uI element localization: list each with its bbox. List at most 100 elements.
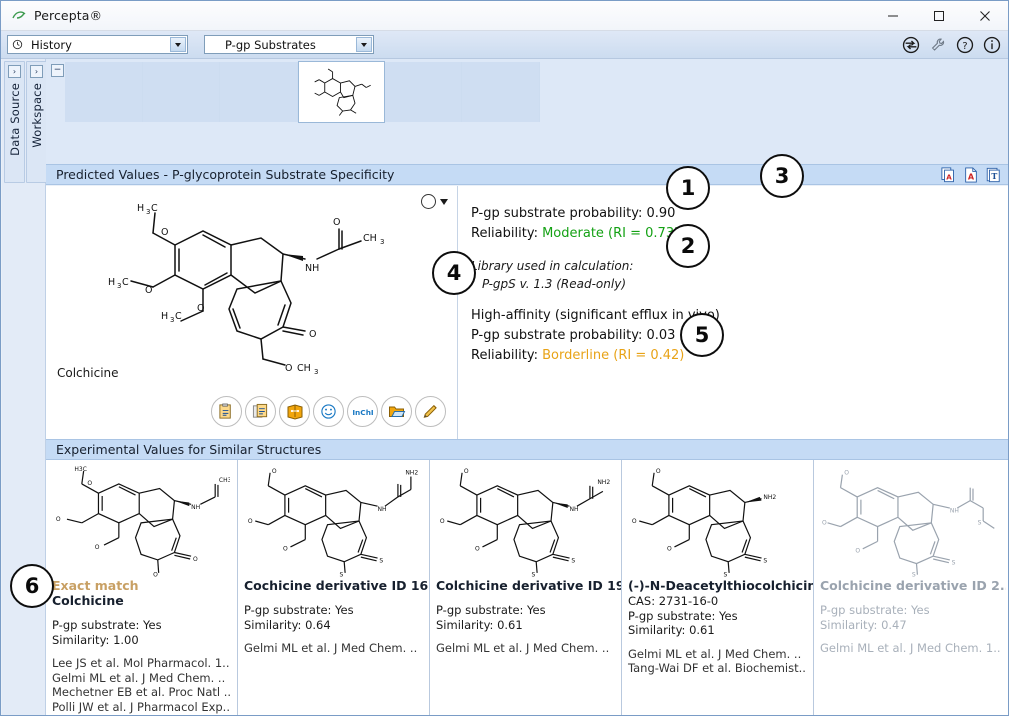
workspace-expand-icon[interactable]: › [30,65,43,78]
compound-cell-empty[interactable] [462,62,540,122]
library-dropdown[interactable]: P-gp Substrates [204,35,374,54]
card-compound-name: (-)-N-Deacetylthiocolchicine [628,578,814,593]
prediction-values-pane: P-gp substrate probability: 0.90 Reliabi… [458,186,1008,439]
history-dropdown-arrow-icon[interactable] [170,37,186,52]
structure-viewer: H3C O H3C O H3C O NH O O CH 3 CH 3 O Colchi… [46,186,458,439]
annotation-marker-4: 4 [432,251,476,295]
sidebar-item-data-source[interactable]: › Data Source [4,61,25,183]
open-file-icon[interactable] [381,396,412,427]
card-structure-diagram: O O O NH2 S S [622,460,813,578]
dictionary-icon[interactable] [279,396,310,427]
probability-value-2: 0.03 [646,328,676,343]
svg-text:O: O [463,468,468,475]
pdf-icon[interactable]: A [963,166,979,183]
history-dropdown[interactable]: History [7,35,188,54]
svg-text:O: O [333,217,340,228]
predicted-values-panel: H3C O H3C O H3C O NH O O CH 3 CH 3 O Colchi… [46,186,1008,439]
maximize-button[interactable] [916,1,962,31]
card-structure-diagram: O O O NH S S NH2 [430,460,621,578]
history-dropdown-label: History [31,37,72,52]
probability-label-2: P-gp substrate probability: [471,328,647,343]
svg-text:S: S [571,558,575,565]
similar-structure-card[interactable]: O O O NH2 S S (-)-N-Deacetylthiocolchicine … [622,460,814,715]
minimize-button[interactable] [870,1,916,31]
predicted-values-title: Predicted Values - P-glycoprotein Substr… [56,167,395,182]
affinity-line: High-affinity (significant efflux in viv… [471,308,720,323]
svg-text:H3C: H3C [74,466,87,473]
probability-line-1: P-gp substrate probability: 0.90 [471,204,1008,224]
annotation-marker-1: 1 [666,166,710,210]
svg-text:O: O [87,480,92,487]
left-tab-strip: › Data Source › Workspace [2,59,47,715]
svg-text:C: C [122,277,129,288]
card-substrate: P-gp substrate: Yes [52,618,162,632]
svg-text:NH2: NH2 [597,479,610,486]
compound-thumbnail-row [65,61,540,123]
compound-cell-empty[interactable] [65,62,143,122]
card-reference: Gelmi ML et al. J Med Chem. .. [628,646,802,661]
card-compound-name: Colchicine derivative ID 2.. [820,578,1006,593]
compound-thumbnail-structure [314,68,372,116]
help-icon[interactable]: ? [956,36,974,54]
svg-text:CH3: CH3 [218,477,229,484]
close-button[interactable] [962,1,1008,31]
data-source-expand-icon[interactable]: › [8,65,21,78]
compound-cell-selected[interactable] [298,61,385,123]
card-reference: Mechetner EB et al. Proc Natl .. [52,685,232,699]
card-reference: Lee JS et al. Mol Pharmacol. 1.. [52,656,230,670]
svg-text:CH: CH [297,363,311,374]
molecule-structure-diagram: H3C O H3C O H3C O NH O O CH 3 CH 3 O [46,194,458,384]
card-cas: CAS: 2731-16-0 [628,594,719,608]
sidebar-item-workspace[interactable]: › Workspace [26,61,47,183]
probability-label-1: P-gp substrate probability: [471,206,647,221]
similar-structure-card[interactable]: O O O NH S S NH2 Colchicine derivative ID 19… [430,460,622,715]
card-substrate: P-gp substrate: Yes [244,603,354,617]
svg-text:O: O [285,363,292,374]
experimental-values-title: Experimental Values for Similar Structur… [56,442,322,457]
exact-match-badge: Exact match [52,578,139,593]
experimental-values-header: Experimental Values for Similar Structur… [46,439,1008,460]
text-export-icon[interactable]: T [985,167,1001,183]
reliability-line-2: Reliability: Borderline (RI = 0.42) [471,346,1008,366]
svg-text:NH: NH [950,508,959,515]
inchi-icon[interactable]: InChI [347,396,378,427]
library-dropdown-arrow-icon[interactable] [356,37,372,52]
card-compound-name: Colchicine derivative ID 19 [436,578,622,593]
edit-structure-icon[interactable] [415,396,446,427]
compound-cell-empty[interactable] [142,62,221,122]
card-structure-diagram: O O O NH S S NH2 [238,460,429,578]
similar-structure-card[interactable]: O O O NH S S S Colchicine derivative ID 2.. … [814,460,1006,715]
smiles-icon[interactable] [313,396,344,427]
card-reference: Gelmi ML et al. J Med Chem. .. [52,670,226,685]
card-reference: Polli JW et al. J Pharmacol Exp.. [52,699,230,714]
wrench-icon[interactable] [929,36,947,54]
card-compound-name: Colchicine [52,593,124,608]
main-toolbar: History P-gp Substrates ? [1,31,1008,59]
svg-text:S: S [531,572,535,577]
predicted-export-icons: A A T [941,166,1001,183]
similar-structure-card[interactable]: H3CO OO NHO OCH3 Exact match Colchicine … [46,460,238,715]
annotation-marker-3: 3 [760,154,804,198]
compound-strip-collapse-button[interactable]: − [51,64,64,77]
annotation-marker-5: 5 [680,313,724,357]
compound-cell-empty[interactable] [220,62,299,122]
similar-structures-row: H3CO OO NHO OCH3 Exact match Colchicine … [46,460,1008,715]
similar-structure-card[interactable]: O O O NH S S NH2 Cochicine derivative ID 16 … [238,460,430,715]
exchange-icon[interactable] [902,36,920,54]
card-structure-diagram: H3CO OO NHO OCH3 [46,460,237,578]
reliability-label-1: Reliability: [471,226,543,241]
annotation-marker-2: 2 [666,224,710,268]
svg-text:H: H [108,277,115,288]
svg-text:O: O [655,468,660,475]
card-compound-name: Cochicine derivative ID 16 [244,578,429,593]
info-icon[interactable] [983,36,1001,54]
paste-structure-icon[interactable] [211,396,242,427]
svg-text:CH: CH [363,233,377,244]
svg-text:NH2: NH2 [763,494,776,501]
svg-text:O: O [192,556,197,563]
card-similarity: Similarity: 0.61 [436,617,523,632]
svg-text:O: O [197,303,204,314]
copy-structure-icon[interactable] [245,396,276,427]
pdf-multi-icon[interactable]: A [941,166,957,183]
compound-cell-empty[interactable] [384,62,463,122]
